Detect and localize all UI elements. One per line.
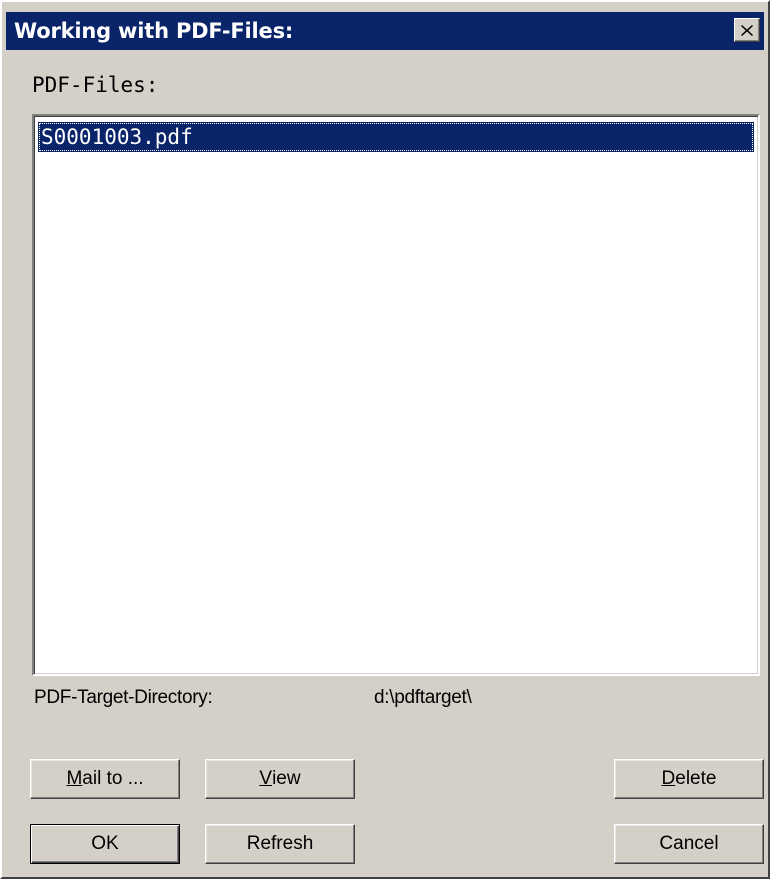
dialog-window: Working with PDF-Files: PDF-Files: S0001… bbox=[0, 0, 770, 879]
view-access-key: V bbox=[259, 768, 273, 789]
refresh-label: Refresh bbox=[246, 833, 314, 854]
delete-label: elete bbox=[675, 768, 717, 789]
mail-to-button[interactable]: Mail to ... bbox=[30, 759, 180, 799]
delete-button[interactable]: Delete bbox=[614, 759, 764, 799]
target-directory-label: PDF-Target-Directory: bbox=[34, 687, 213, 708]
ok-button[interactable]: OK bbox=[30, 824, 180, 864]
ok-label: OK bbox=[91, 833, 119, 854]
close-icon bbox=[741, 24, 753, 36]
cancel-label: Cancel bbox=[659, 833, 719, 854]
window-title: Working with PDF-Files: bbox=[14, 19, 294, 43]
pdf-files-label: PDF-Files: bbox=[32, 73, 159, 97]
title-bar[interactable]: Working with PDF-Files: bbox=[6, 12, 764, 50]
mail-to-access-key: M bbox=[66, 768, 83, 789]
cancel-button[interactable]: Cancel bbox=[614, 824, 764, 864]
pdf-files-listbox[interactable]: S0001003.pdf bbox=[32, 114, 760, 676]
view-label: iew bbox=[272, 768, 301, 789]
close-button[interactable] bbox=[734, 18, 760, 42]
list-item[interactable]: S0001003.pdf bbox=[38, 122, 754, 152]
target-directory-value: d:\pdftarget\ bbox=[374, 687, 472, 708]
view-button[interactable]: View bbox=[205, 759, 355, 799]
mail-to-label: ail to ... bbox=[82, 768, 144, 789]
delete-access-key: D bbox=[661, 768, 676, 789]
refresh-button[interactable]: Refresh bbox=[205, 824, 355, 864]
